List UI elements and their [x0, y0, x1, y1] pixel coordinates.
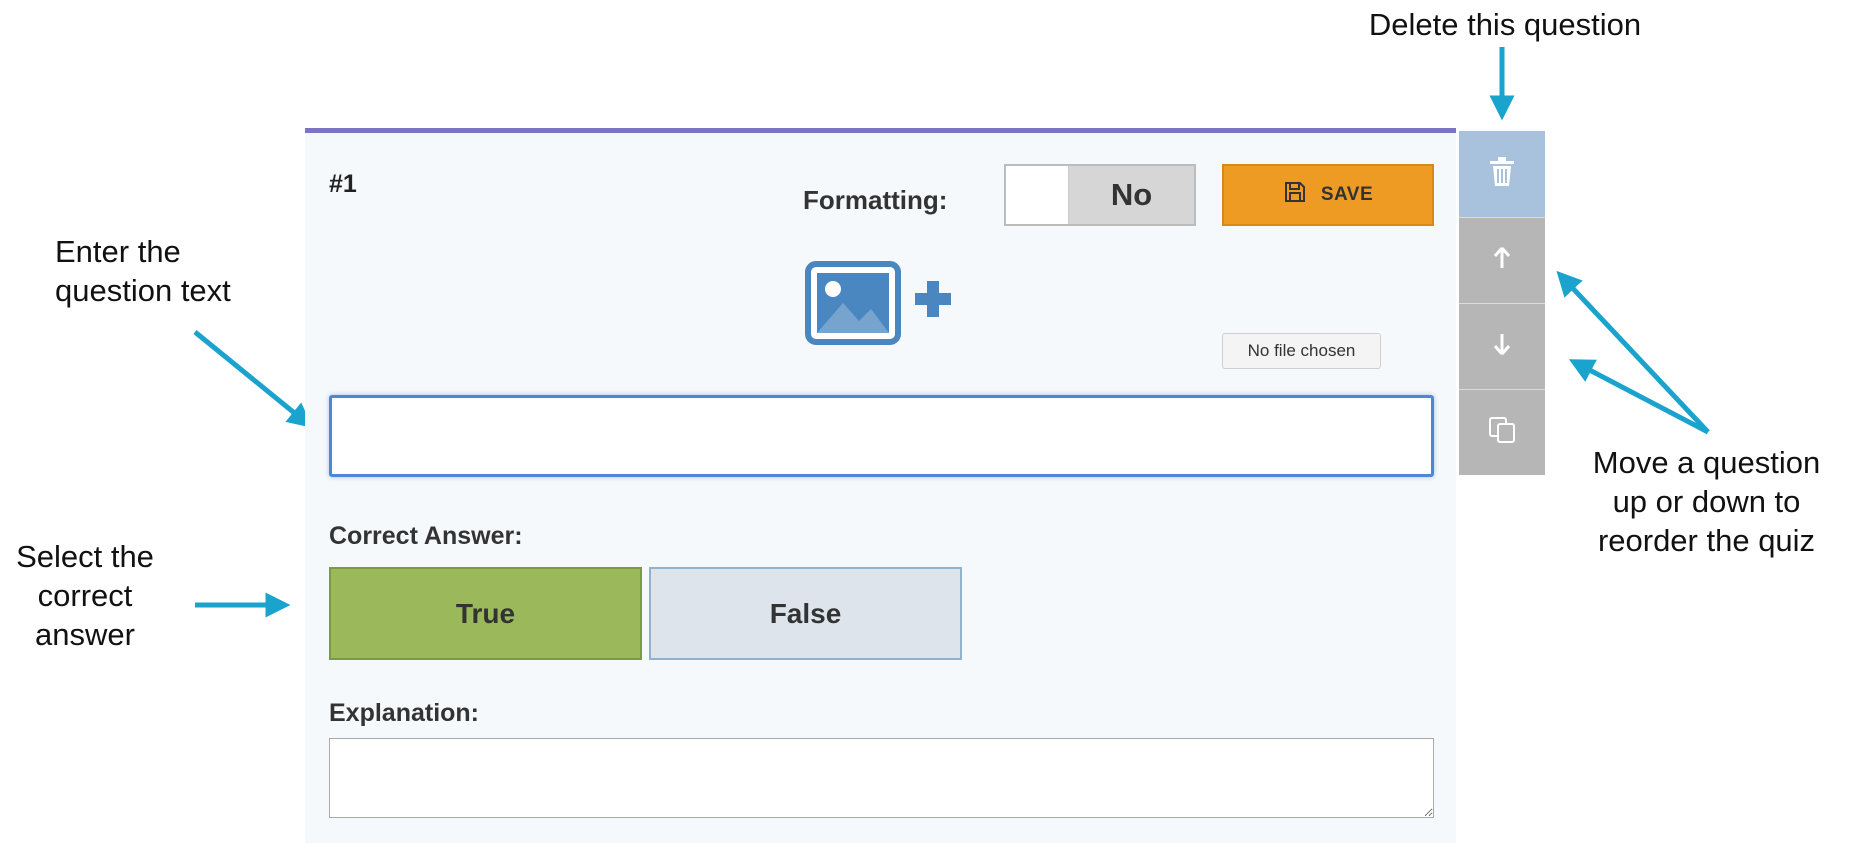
delete-question-button[interactable] [1459, 131, 1545, 217]
annotation-correct-line1: Select the [16, 539, 154, 574]
annotation-correct-answer: Select the correct answer [0, 538, 170, 654]
answer-true-button[interactable]: True [329, 567, 642, 660]
annotation-question-line1: Enter the [55, 234, 181, 269]
annotation-correct-line3: answer [35, 616, 135, 652]
save-label: SAVE [1320, 184, 1374, 205]
annotation-move-line2: up or down to [1612, 483, 1801, 519]
explanation-label: Explanation: [329, 699, 480, 727]
explanation-input[interactable] [329, 738, 1434, 818]
toggle-knob [1006, 166, 1069, 224]
file-chooser[interactable]: No file chosen [1222, 333, 1381, 369]
annotation-correct-line2: correct [37, 577, 133, 613]
formatting-toggle[interactable]: No [1004, 164, 1196, 226]
question-card: #1 Formatting: No SAVE No file chosen Co… [305, 128, 1456, 843]
annotation-question-line2: question text [55, 272, 231, 308]
floppy-disk-icon [1283, 180, 1307, 210]
question-text-input[interactable] [329, 395, 1434, 477]
move-down-button[interactable] [1459, 303, 1545, 389]
add-image-icon[interactable] [803, 259, 973, 351]
annotation-delete: Delete this question [1330, 6, 1680, 45]
move-up-button[interactable] [1459, 217, 1545, 303]
arrow-down-icon [1492, 332, 1512, 361]
duplicate-icon [1487, 415, 1517, 450]
arrow-up-icon [1492, 246, 1512, 275]
annotation-question-text: Enter the question text [55, 233, 285, 311]
duplicate-question-button[interactable] [1459, 389, 1545, 475]
annotation-move: Move a question up or down to reorder th… [1560, 444, 1853, 560]
annotation-move-line3: reorder the quiz [1597, 522, 1816, 558]
formatting-value: No [1069, 166, 1194, 224]
question-number: #1 [329, 170, 357, 198]
annotation-move-line1: Move a question [1592, 445, 1821, 480]
annotation-delete-text: Delete this question [1368, 7, 1642, 42]
question-actions [1459, 131, 1545, 475]
arrow-question-text [193, 330, 313, 428]
save-button[interactable]: SAVE [1222, 164, 1434, 226]
trash-icon [1488, 156, 1516, 193]
correct-answer-label: Correct Answer: [329, 522, 523, 550]
answer-false-button[interactable]: False [649, 567, 962, 660]
formatting-label: Formatting: [803, 185, 948, 215]
arrow-move-down [1568, 359, 1710, 435]
arrow-move-up [1556, 270, 1710, 434]
